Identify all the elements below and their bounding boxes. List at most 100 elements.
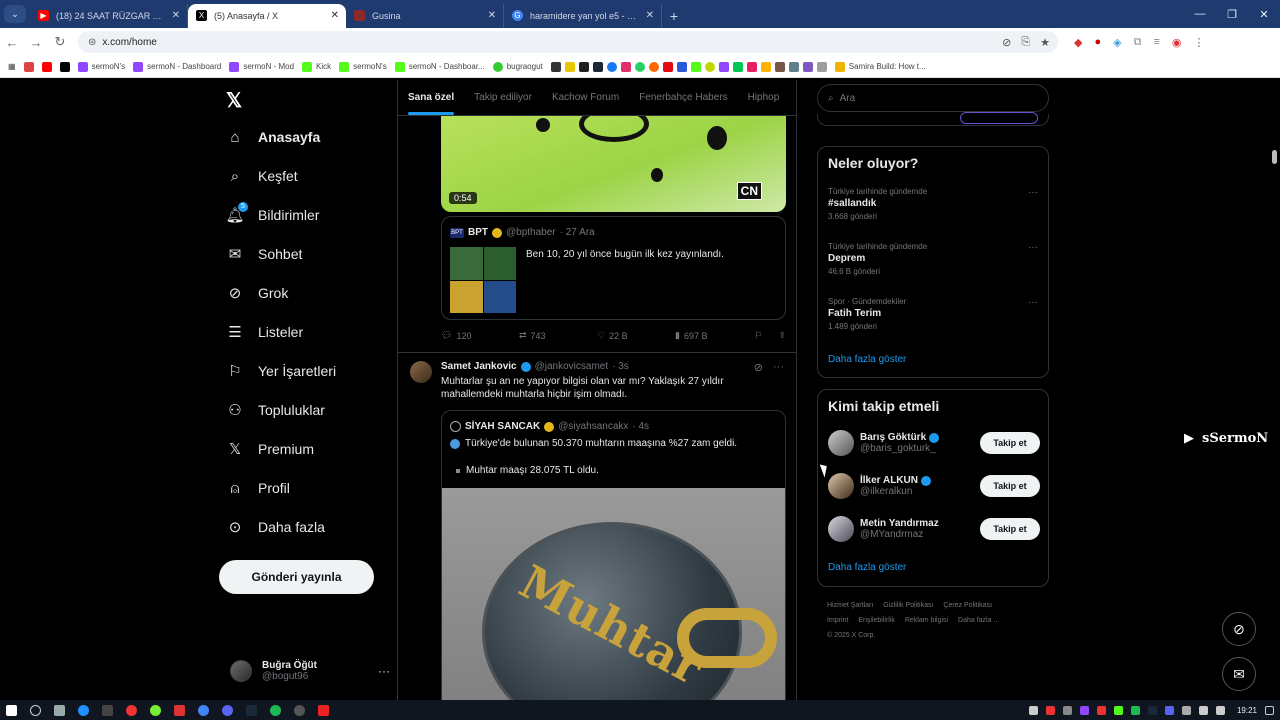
more-horizontal-icon[interactable]: ··· [378, 664, 390, 678]
follow-suggestion[interactable]: İlker ALKUN @ilkeralkun Takip et [828, 470, 1040, 502]
tray-icon[interactable] [1045, 705, 1055, 715]
author-name[interactable]: Samet Jankovic [441, 361, 517, 372]
volume-icon[interactable] [1215, 705, 1225, 715]
nav-item-more[interactable]: ⊙ Daha fazla [226, 518, 325, 536]
follow-suggestion[interactable]: Metin Yandırmaz @MYandrmaz Takip et [828, 513, 1040, 545]
app-icon[interactable] [174, 704, 185, 716]
bookmark-item[interactable]: sermoN - Dashboar... [394, 61, 485, 72]
repost-button[interactable]: ⇄ 743 [519, 330, 597, 341]
edge-icon[interactable] [78, 704, 89, 716]
chrome-icon[interactable] [198, 704, 209, 716]
nav-item-grok[interactable]: ⊘ Grok [226, 284, 289, 302]
app-icon[interactable] [150, 704, 161, 716]
nav-item-explore[interactable]: ⌕ Keşfet [226, 167, 298, 185]
footer-link[interactable]: Daha fazla ... [958, 617, 999, 624]
camera-off-icon[interactable]: ⊘ [1002, 36, 1011, 49]
bookmark-item[interactable]: sermoN - Dashboard [133, 61, 221, 72]
nav-item-home[interactable]: ⌂ Anasayfa [226, 128, 320, 146]
quote-thumbnail[interactable] [450, 247, 516, 313]
browser-tab-active[interactable]: X (5) Anasayfa / X ✕ [188, 4, 346, 28]
nav-item-lists[interactable]: ☰ Listeler [226, 323, 303, 341]
footer-link[interactable]: Gizlilik Politikası [883, 602, 933, 609]
bookmark-gmail[interactable] [23, 61, 34, 72]
spotify-icon[interactable] [270, 704, 281, 716]
close-icon[interactable]: ✕ [331, 4, 339, 28]
bookmark-item[interactable]: Kick [302, 61, 331, 72]
browser-tab[interactable]: ▶ (18) 24 SAAT RÜZGAR TÜRBİNİ ✕ [30, 4, 188, 28]
more-horizontal-icon[interactable]: ··· [773, 361, 784, 374]
app-icon[interactable] [318, 704, 329, 716]
quoted-tweet[interactable]: BPT BPT @bpthaber · 27 Ara Ben 10, 20 yı… [441, 216, 786, 320]
puzzle-icon[interactable]: ⧉ [1134, 36, 1142, 49]
footer-link[interactable]: Imprint [827, 617, 848, 624]
extension-icon[interactable]: ◈ [1113, 36, 1121, 49]
bookmark-youtube[interactable] [41, 61, 52, 72]
new-tab-button[interactable]: + [662, 4, 686, 28]
bookmark-x[interactable] [59, 61, 70, 72]
wifi-icon[interactable] [1198, 705, 1208, 715]
extension-icon[interactable]: ◆ [1074, 36, 1082, 49]
x-logo-icon[interactable]: 𝕏 [226, 88, 248, 112]
task-view-icon[interactable] [54, 704, 65, 716]
post-button[interactable]: Gönderi yayınla [219, 560, 374, 594]
nav-item-bookmarks[interactable]: ⚐ Yer İşaretleri [226, 362, 336, 380]
nav-item-communities[interactable]: ⚇ Topluluklar [226, 401, 325, 419]
tab-search-button[interactable]: ⌄ [4, 5, 26, 23]
forward-icon[interactable]: → [24, 35, 48, 50]
grok-icon[interactable]: ⊘ [754, 361, 763, 374]
tray-icon[interactable] [1028, 705, 1038, 715]
nav-item-profile[interactable]: ⍝ Profil [226, 479, 289, 497]
nav-item-chat[interactable]: ✉ Sohbet [226, 245, 303, 263]
menu-icon[interactable]: ⋮ [1193, 36, 1204, 49]
site-info-icon[interactable]: ⊜ [88, 37, 96, 48]
reload-icon[interactable]: ↻ [48, 34, 72, 50]
tray-icon[interactable] [1096, 705, 1106, 715]
tray-icon[interactable] [1062, 705, 1072, 715]
video-player[interactable]: 0:54 CN [441, 116, 786, 212]
search-input[interactable]: ⌕ Ara [817, 84, 1049, 112]
tray-icon[interactable] [1181, 705, 1191, 715]
minimize-icon[interactable]: — [1184, 0, 1216, 28]
obs-icon[interactable] [102, 704, 113, 716]
show-more-link[interactable]: Daha fazla göster [828, 354, 906, 365]
show-more-link[interactable]: Daha fazla göster [828, 562, 906, 573]
tray-icon[interactable] [1164, 705, 1174, 715]
tray-icon[interactable] [1079, 705, 1089, 715]
cast-icon[interactable]: ⎘ [1021, 36, 1030, 49]
follow-suggestion[interactable]: Barış Göktürk @baris_gokturk_ Takip et [828, 427, 1040, 459]
footer-link[interactable]: Reklam bilgisi [905, 617, 948, 624]
notification-icon[interactable] [1265, 705, 1274, 715]
back-icon[interactable]: ← [0, 35, 24, 50]
discord-icon[interactable] [222, 704, 233, 716]
more-horizontal-icon[interactable]: ··· [1028, 242, 1038, 253]
tab-fenerbahce[interactable]: Fenerbahçe Habers [639, 92, 727, 103]
share-icon[interactable]: ⇪ [778, 330, 786, 341]
like-button[interactable]: ♡ 22 B [597, 330, 675, 341]
url-field[interactable]: ⊜ x.com/home ⊘ ⎘ ★ [78, 31, 1058, 53]
tab-for-you[interactable]: Sana özel [408, 92, 455, 115]
windows-start-icon[interactable] [6, 704, 17, 716]
follow-button[interactable]: Takip et [980, 432, 1040, 454]
tray-icon[interactable] [1113, 705, 1123, 715]
trend-item[interactable]: Spor · Gündemdekiler Fatih Terim 1.489 g… [828, 297, 1038, 331]
tab-following[interactable]: Takip ediliyor [474, 92, 532, 103]
steam-icon[interactable] [246, 704, 257, 716]
views-button[interactable]: ▮ 697 B [675, 330, 753, 341]
more-horizontal-icon[interactable]: ··· [1028, 297, 1038, 308]
footer-link[interactable]: Hizmet Şartları [827, 602, 873, 609]
bookmark-item[interactable]: sermoN's [339, 61, 387, 72]
scrollbar-thumb[interactable] [1272, 150, 1277, 164]
tweet-time[interactable]: · 3s [612, 361, 629, 372]
bookmark-item[interactable]: sermoN's [77, 61, 125, 72]
tab-hiphop[interactable]: Hiphop [748, 92, 780, 103]
tray-icon[interactable] [1130, 705, 1140, 715]
trend-item[interactable]: Türkiye tarihinde gündemde #sallandık 3.… [828, 187, 1038, 221]
more-horizontal-icon[interactable]: ··· [1028, 187, 1038, 198]
nav-item-notifications[interactable]: 🔔︎ 5 Bildirimler [225, 202, 319, 224]
live-avatars[interactable] [960, 112, 1038, 124]
grok-float-button[interactable]: ⊘ [1222, 612, 1256, 646]
account-switcher[interactable]: Buğra Öğüt @bogut96 ··· [230, 654, 390, 688]
close-window-icon[interactable]: ✕ [1248, 0, 1280, 28]
search-icon[interactable] [30, 704, 41, 716]
author-handle[interactable]: @jankovicsamet [535, 361, 609, 372]
